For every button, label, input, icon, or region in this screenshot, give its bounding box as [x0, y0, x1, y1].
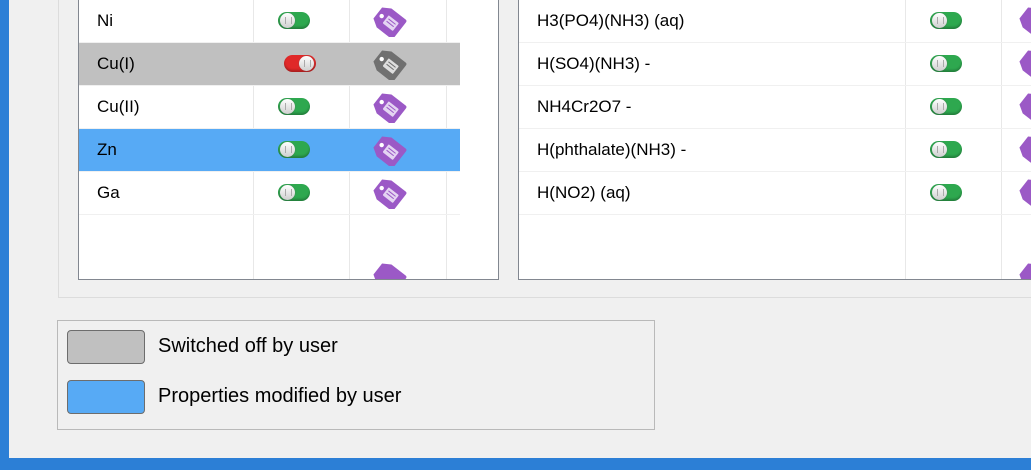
table-row[interactable]: Cu(II) — [79, 86, 460, 129]
enable-toggle-icon[interactable] — [278, 141, 310, 158]
enable-toggle-icon[interactable] — [930, 141, 962, 158]
disable-toggle-icon[interactable] — [284, 55, 316, 72]
enable-toggle-icon[interactable] — [930, 55, 962, 72]
properties-tag-icon[interactable] — [1015, 261, 1031, 280]
table-row[interactable]: H3(PO4)(NH3) (aq) — [519, 0, 1031, 43]
right-species-table: H3(PO4)(NH3) (aq) H(SO4)(NH3) - NH4Cr2O7… — [518, 0, 1031, 280]
left-species-table: Ni Cu(I) Cu(II) Zn Ga ⌄ — [78, 0, 499, 280]
enable-toggle-icon[interactable] — [278, 12, 310, 29]
species-name: Ga — [97, 183, 120, 202]
species-name: H(phthalate)(NH3) - — [537, 140, 687, 159]
table-row-switched-off[interactable]: Cu(I) — [79, 43, 460, 86]
properties-tag-icon[interactable] — [1015, 91, 1031, 123]
properties-tag-icon[interactable] — [369, 48, 407, 80]
properties-tag-icon[interactable] — [1015, 177, 1031, 209]
window-border-bottom — [0, 458, 1031, 470]
properties-tag-icon[interactable] — [369, 261, 407, 280]
table-row[interactable]: H(NO2) (aq) — [519, 172, 1031, 215]
properties-tag-icon[interactable] — [1015, 134, 1031, 166]
table-row[interactable]: Ga — [79, 172, 460, 215]
species-name: Ni — [97, 11, 114, 30]
species-name: Cu(II) — [97, 97, 140, 116]
properties-tag-icon[interactable] — [369, 91, 407, 123]
table-row-partial[interactable] — [79, 215, 460, 279]
table-row[interactable]: NH4Cr2O7 - — [519, 86, 1031, 129]
species-name: NH4Cr2O7 - — [537, 97, 632, 116]
table-row[interactable]: H(SO4)(NH3) - — [519, 43, 1031, 86]
species-name: Zn — [97, 140, 117, 159]
enable-toggle-icon[interactable] — [930, 12, 962, 29]
application-window: Ni Cu(I) Cu(II) Zn Ga ⌄ — [0, 0, 1031, 470]
properties-tag-icon[interactable] — [1015, 48, 1031, 80]
species-name: H(NO2) (aq) — [537, 183, 631, 202]
color-legend: Switched off by user Properties modified… — [57, 320, 655, 430]
modified-swatch — [67, 380, 145, 414]
enable-toggle-icon[interactable] — [930, 98, 962, 115]
properties-tag-icon[interactable] — [369, 134, 407, 166]
window-border-left — [0, 0, 9, 470]
properties-tag-icon[interactable] — [1015, 5, 1031, 37]
table-row[interactable]: Ni — [79, 0, 460, 43]
species-name: H(SO4)(NH3) - — [537, 54, 651, 73]
properties-tag-icon[interactable] — [369, 5, 407, 37]
enable-toggle-icon[interactable] — [930, 184, 962, 201]
modified-label: Properties modified by user — [158, 385, 402, 407]
enable-toggle-icon[interactable] — [278, 98, 310, 115]
switched-off-swatch — [67, 330, 145, 364]
table-row[interactable]: H(phthalate)(NH3) - — [519, 129, 1031, 172]
switched-off-label: Switched off by user — [158, 335, 338, 357]
properties-tag-icon[interactable] — [369, 177, 407, 209]
species-name: H3(PO4)(NH3) (aq) — [537, 11, 685, 30]
table-row-partial[interactable] — [519, 215, 1031, 279]
table-row-modified[interactable]: Zn — [79, 129, 460, 172]
enable-toggle-icon[interactable] — [278, 184, 310, 201]
species-name: Cu(I) — [97, 54, 135, 73]
